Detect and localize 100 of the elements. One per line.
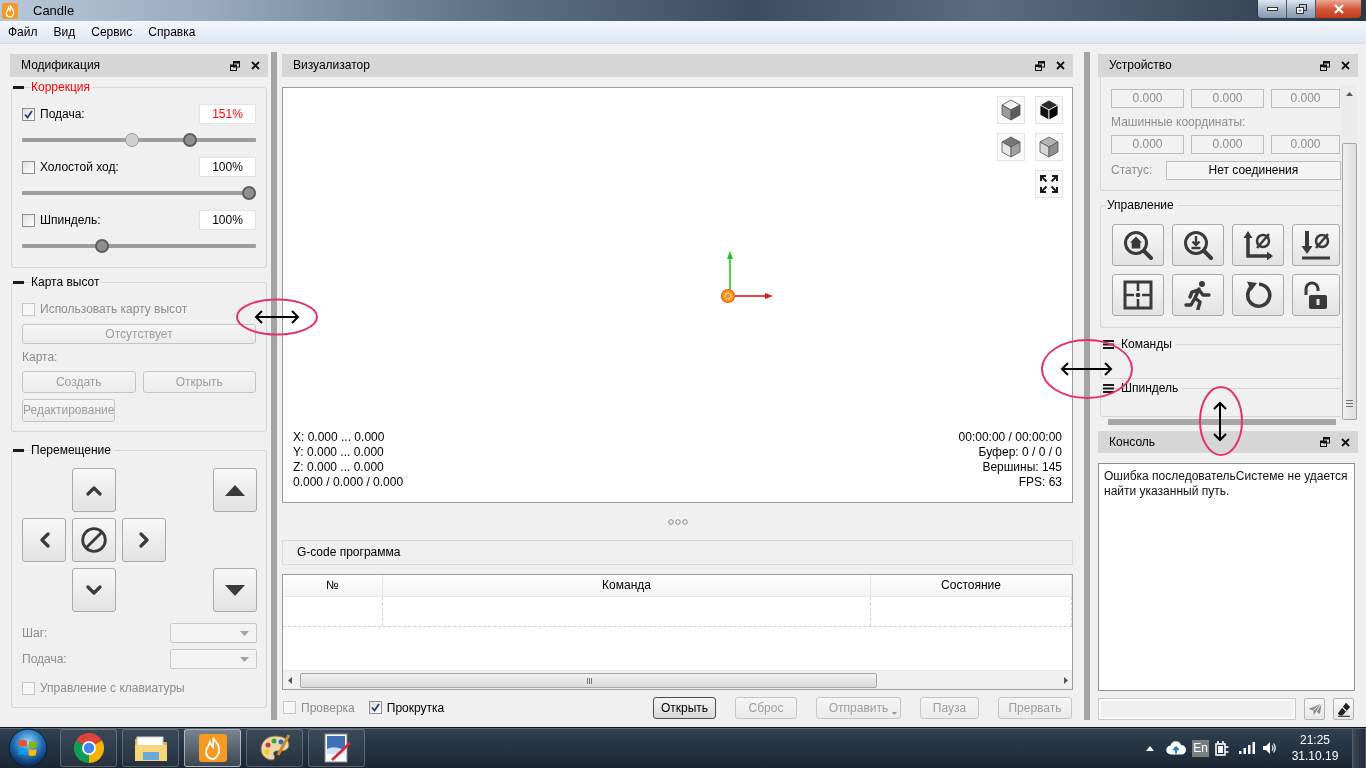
panel-title: Консоль (1109, 434, 1156, 450)
taskbar-button[interactable] (184, 729, 241, 767)
clock-time[interactable]: 21:25 (1300, 732, 1330, 748)
slider-track[interactable] (22, 133, 256, 147)
checkbox[interactable] (22, 107, 35, 121)
jog-button[interactable] (22, 518, 66, 562)
speaker-icon[interactable] (1262, 741, 1276, 755)
action-button[interactable]: Открыть (653, 697, 716, 719)
signal-icon[interactable] (1239, 742, 1255, 754)
slider-track[interactable] (22, 239, 256, 253)
percent-field[interactable]: 151% (199, 104, 256, 124)
caret-up-icon[interactable] (1146, 745, 1154, 751)
taskbar-button[interactable] (122, 729, 179, 767)
jog-button[interactable] (122, 518, 166, 562)
minimize-button[interactable] (1258, 0, 1287, 18)
show-desktop-button[interactable] (1352, 727, 1366, 768)
section-title: Управление (1107, 198, 1177, 212)
stats-readout: FPS: 63 (1017, 475, 1062, 490)
control-button[interactable] (1232, 224, 1284, 266)
control-button[interactable] (1112, 274, 1164, 316)
clear-button[interactable] (1333, 698, 1354, 720)
control-button[interactable] (1292, 274, 1340, 316)
start-orb-icon (7, 728, 48, 768)
cube-icon (1039, 136, 1059, 158)
percent-field[interactable]: 100% (199, 157, 256, 177)
scroll-right-icon[interactable] (1064, 676, 1068, 684)
slider-handle[interactable] (242, 186, 256, 200)
scrollbar-thumb[interactable] (1108, 419, 1336, 425)
maximize-button[interactable] (1287, 0, 1316, 18)
close-button[interactable] (1316, 0, 1361, 18)
coordinate-readout: Z: 0.000 ... 0.000 (293, 460, 385, 475)
control-button[interactable] (1172, 224, 1224, 266)
view-button[interactable] (1035, 96, 1063, 124)
fullscreen-button[interactable] (1035, 170, 1063, 198)
cloud-upload-icon[interactable] (1166, 741, 1186, 755)
dropdown-field[interactable] (170, 649, 257, 669)
jog-button[interactable] (213, 468, 257, 512)
circle-logo-icon (72, 732, 105, 764)
checkbox[interactable] (368, 701, 382, 715)
dropdown-field[interactable] (170, 623, 257, 643)
view-button[interactable] (997, 96, 1025, 124)
menu-icon[interactable] (1103, 339, 1114, 349)
scrollbar-thumb[interactable] (300, 672, 877, 688)
field-label: Машинные координаты: (1111, 115, 1247, 129)
clock-date[interactable]: 31.10.19 (1291, 748, 1339, 764)
control-button[interactable] (1112, 224, 1164, 266)
grip-icon[interactable] (667, 518, 688, 525)
column-header: Команда (383, 575, 871, 596)
float-icon[interactable] (1320, 437, 1330, 447)
percent-field[interactable]: 100% (199, 210, 256, 230)
picture-pen-icon (322, 733, 351, 763)
taskbar-button[interactable] (308, 729, 365, 767)
menu-item[interactable]: Сервис (85, 24, 139, 40)
coordinate-field: 0.000 (1111, 135, 1184, 154)
control-button[interactable] (1292, 224, 1340, 266)
close-icon[interactable] (251, 61, 260, 70)
caret-icon (892, 712, 897, 715)
menu-item[interactable]: Файл (2, 24, 44, 40)
menu-item[interactable]: Справка (142, 24, 202, 40)
jog-button[interactable] (72, 518, 116, 562)
scrollbar-thumb[interactable] (1341, 143, 1357, 420)
jog-button[interactable] (72, 468, 116, 512)
horizontal-scrollbar[interactable] (283, 670, 1072, 689)
slider-handle[interactable] (182, 133, 197, 147)
send-button[interactable] (1304, 698, 1325, 720)
control-button[interactable] (1172, 274, 1224, 316)
control-button[interactable] (1232, 274, 1284, 316)
close-icon[interactable] (1056, 61, 1065, 70)
slider-track[interactable] (22, 186, 256, 200)
slider-handle[interactable] (94, 239, 109, 253)
chevron-left-icon (38, 532, 50, 548)
menu-item[interactable]: Вид (47, 24, 82, 40)
vertical-scrollbar[interactable] (1341, 85, 1357, 420)
caret-icon (240, 630, 249, 636)
jog-button[interactable] (72, 568, 116, 612)
menu-icon[interactable] (1103, 383, 1114, 393)
plug-icon[interactable] (1215, 739, 1229, 757)
minus-icon[interactable] (13, 448, 24, 452)
float-icon[interactable] (230, 60, 240, 71)
command-input[interactable] (1098, 698, 1296, 720)
float-icon[interactable] (1035, 60, 1045, 71)
slider-handle[interactable] (125, 133, 140, 147)
checkbox[interactable] (22, 160, 35, 174)
scroll-up-icon[interactable] (1345, 92, 1353, 96)
map-label: Карта: (22, 350, 59, 364)
crosshair-frame-icon (1123, 280, 1153, 310)
section-title: Команды (1121, 337, 1175, 351)
taskbar-button[interactable] (246, 729, 303, 767)
chevron-right-icon (138, 532, 150, 548)
taskbar-button[interactable] (60, 729, 117, 767)
close-icon[interactable] (1341, 61, 1350, 70)
language-indicator[interactable]: En (1192, 739, 1209, 757)
scroll-left-icon[interactable] (288, 676, 292, 684)
float-icon[interactable] (1320, 60, 1330, 71)
close-icon[interactable] (1341, 437, 1350, 447)
checkbox[interactable] (22, 213, 35, 227)
coordinate-axes (720, 250, 774, 304)
3d-viewport[interactable]: X: 0.000 ... 0.000 Y: 0.000 ... 0.000 Z: 0.000 ... 0.000 0.000 / 0.000 / 0.000 00:00:00 / 00:00:00 Буфер: 0 / 0 / 0 Вершины: 145 FPS: 63 (282, 87, 1073, 503)
jog-button[interactable] (213, 568, 257, 612)
minus-icon[interactable] (13, 85, 24, 89)
